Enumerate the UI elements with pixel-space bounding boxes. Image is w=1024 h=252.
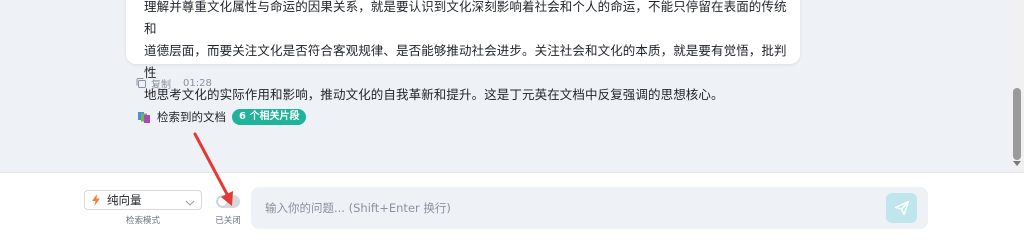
answer-text: 理解并尊重文化属性与命运的因果关系，就是要认识到文化深刻影响着社会和个人的命运，… [144, 0, 787, 102]
send-button[interactable] [886, 193, 917, 223]
toggle-knob [218, 197, 227, 206]
feature-toggle[interactable] [216, 195, 240, 208]
bolt-icon [91, 194, 101, 206]
send-icon [894, 200, 910, 216]
question-input[interactable] [251, 187, 928, 229]
segment-count-badge: 6 个相关片段 [232, 109, 307, 125]
chat-area: 理解并尊重文化属性与命运的因果关系，就是要认识到文化深刻影响着社会和个人的命运，… [0, 0, 1010, 172]
input-bar: 纯向量 检索模式 已关闭 [0, 172, 1024, 252]
toggle-caption: 已关闭 [215, 216, 241, 226]
copy-icon [135, 77, 147, 89]
retrieval-mode-caption: 检索模式 [125, 216, 160, 226]
retrieved-documents[interactable]: 检索到的文档 6 个相关片段 [137, 108, 307, 126]
copy-button[interactable]: 复制 [135, 76, 171, 91]
retrieval-mode-value: 纯向量 [107, 193, 142, 207]
scrollbar[interactable] [1010, 0, 1024, 172]
documents-icon [137, 110, 151, 124]
answer-bubble: 理解并尊重文化属性与命运的因果关系，就是要认识到文化深刻影响着社会和个人的命运，… [126, 0, 800, 102]
copy-label: 复制 [151, 79, 171, 91]
chevron-down-icon [185, 196, 195, 206]
message-time: 01:28 [183, 77, 212, 89]
retrieved-documents-label: 检索到的文档 [157, 110, 226, 124]
retrieval-mode-select[interactable]: 纯向量 [84, 190, 202, 210]
scroll-thumb[interactable] [1013, 88, 1021, 160]
scroll-down-arrow-icon[interactable] [1013, 161, 1021, 166]
message-meta: 复制 01:28 [135, 75, 212, 91]
